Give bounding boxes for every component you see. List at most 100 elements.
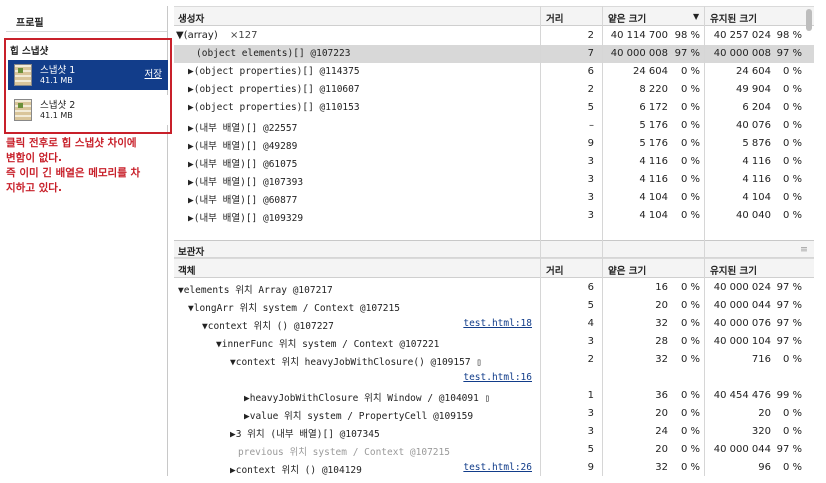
retainer-shallow-percent: 0 % (680, 390, 700, 401)
retainer-retained-size: 320 (751, 426, 771, 437)
row-shallow-percent: 0 % (680, 102, 700, 113)
constructor-row[interactable]: ▶(내부 배열)[] @22557 – 5 176 0 % 40 076 0 % (174, 117, 814, 135)
constructor-row[interactable]: ▶(내부 배열)[] @60877 3 4 104 0 % 4 104 0 % (174, 189, 814, 207)
retainer-row[interactable]: ▶value 위치 system / PropertyCell @109159 3… (174, 405, 814, 423)
col-shallow-size[interactable]: 얕은 크기 (608, 11, 646, 25)
sort-desc-icon[interactable]: ▼ (693, 12, 699, 21)
row-shallow-size: 40 000 008 (610, 48, 668, 59)
row-distance: 7 (587, 48, 594, 59)
col-distance[interactable]: 거리 (546, 263, 563, 277)
row-instance-count: ×127 (230, 30, 258, 41)
retainer-shallow-percent: 0 % (680, 426, 700, 437)
row-name: ▶(내부 배열)[] @60877 (188, 195, 298, 206)
row-name: ▼(array) (176, 30, 218, 41)
retainer-row[interactable]: test.html:16 (174, 369, 814, 387)
row-shallow-percent: 0 % (680, 84, 700, 95)
retainer-retained-size: 40 000 044 (713, 444, 771, 455)
row-shallow-percent: 0 % (680, 192, 700, 203)
retainer-shallow-size: 28 (655, 336, 668, 347)
row-distance: 9 (587, 138, 594, 149)
col-distance[interactable]: 거리 (546, 11, 563, 25)
snapshot-1-item[interactable]: 스냅샷 1 41.1 MB 저장 (8, 60, 168, 90)
retainer-row[interactable]: previous 위치 system / Context @107215 5 20 0… (174, 441, 814, 459)
retainer-shallow-size: 20 (655, 408, 668, 419)
constructor-row[interactable]: ▶(내부 배열)[] @107393 3 4 116 0 % 4 116 0 % (174, 171, 814, 189)
row-shallow-size: 5 176 (639, 120, 668, 131)
constructor-row[interactable]: ▶(내부 배열)[] @109329 3 4 104 0 % 40 040 0 % (174, 207, 814, 225)
retainer-distance: 5 (587, 444, 594, 455)
retainer-distance: 3 (587, 426, 594, 437)
row-distance: – (589, 120, 594, 131)
heap-snapshot-view: 생성자 거리 얕은 크기 ▼ 유지된 크기 ▼(array) 2 40 114 70… (174, 6, 814, 476)
row-retained-percent: 0 % (782, 102, 802, 113)
retainer-distance: 1 (587, 390, 594, 401)
retainer-retained-size: 40 000 104 (713, 336, 771, 347)
retainer-row[interactable]: ▶heavyJobWithClosure 위치 Window / @104091… (174, 387, 814, 405)
col-retained-size[interactable]: 유지된 크기 (710, 11, 757, 25)
retainer-row[interactable]: ▼context 위치 heavyJobWithClosure() @10915… (174, 351, 814, 369)
retainer-shallow-size: 32 (655, 318, 668, 329)
retainer-row[interactable]: ▼context 위치 () @107227 test.html:18 4 32 0 %… (174, 315, 814, 333)
retainer-row[interactable]: ▼innerFunc 위치 system / Context @107221 3 2… (174, 333, 814, 351)
retainer-name: ▼innerFunc 위치 system / Context @107221 (216, 339, 440, 350)
retainer-retained-percent: 0 % (782, 408, 802, 419)
retainer-shallow-size: 16 (655, 282, 668, 293)
retainer-row[interactable]: ▶3 위치 (내부 배열)[] @107345 3 24 0 % 320 0 % (174, 423, 814, 441)
constructor-table-header: 생성자 거리 얕은 크기 ▼ 유지된 크기 (174, 6, 814, 31)
constructor-row[interactable]: ▶(object properties)[] @110607 2 8 220 0 % 4… (174, 81, 814, 99)
retainer-distance: 3 (587, 336, 594, 347)
retainer-retained-size: 40 000 024 (713, 282, 771, 293)
row-shallow-size: 4 116 (639, 174, 668, 185)
row-shallow-percent: 0 % (680, 120, 700, 131)
source-link[interactable]: test.html:18 (463, 318, 532, 329)
constructor-row[interactable]: ▶(내부 배열)[] @49289 9 5 176 0 % 5 876 0 % (174, 135, 814, 153)
menu-icon[interactable]: ≡ (800, 244, 808, 255)
row-retained-size: 6 204 (742, 102, 771, 113)
retainer-name: ▶heavyJobWithClosure 위치 Window / @104091… (244, 393, 491, 404)
constructor-row[interactable]: ▶(내부 배열)[] @61075 3 4 116 0 % 4 116 0 % (174, 153, 814, 171)
row-distance: 3 (587, 174, 594, 185)
retainer-retained-percent: 0 % (782, 426, 802, 437)
retainer-retained-percent: 97 % (776, 444, 802, 455)
row-retained-size: 40 040 (736, 210, 771, 221)
retainer-name: ▼elements 위치 Array @107217 (178, 285, 333, 296)
snapshot-2-item[interactable]: 스냅샷 2 41.1 MB (8, 95, 168, 125)
retainer-retained-percent: 0 % (782, 462, 802, 473)
col-constructor[interactable]: 생성자 (178, 11, 204, 25)
row-shallow-percent: 0 % (680, 138, 700, 149)
row-retained-percent: 0 % (782, 138, 802, 149)
column-divider (704, 6, 705, 476)
source-link[interactable]: test.html:26 (463, 462, 532, 473)
snapshot-save-link[interactable]: 저장 (145, 66, 162, 80)
constructor-row[interactable]: (object elements)[] @107223 7 40 000 008 97… (174, 45, 814, 63)
row-distance: 6 (587, 66, 594, 77)
row-retained-size: 4 116 (742, 174, 771, 185)
row-shallow-percent: 98 % (674, 30, 700, 41)
row-shallow-percent: 97 % (674, 48, 700, 59)
constructor-row[interactable]: ▶(object properties)[] @114375 6 24 604 0 %… (174, 63, 814, 81)
row-name: ▶(object properties)[] @110153 (188, 102, 360, 113)
retainer-name: ▼context 위치 () @107227 (202, 321, 334, 332)
retainer-row[interactable]: ▼elements 위치 Array @107217 6 16 0 % 40 000 0… (174, 279, 814, 297)
col-shallow-size[interactable]: 얕은 크기 (608, 263, 646, 277)
retainer-shallow-percent: 0 % (680, 462, 700, 473)
snapshot-icon (14, 64, 32, 86)
snapshot-1-size: 41.1 MB (40, 75, 73, 85)
row-shallow-percent: 0 % (680, 66, 700, 77)
row-distance: 5 (587, 102, 594, 113)
row-retained-size: 4 116 (742, 156, 771, 167)
retainer-distance: 4 (587, 318, 594, 329)
constructor-row[interactable]: ▼(array) 2 40 114 700 98 % 40 257 024 98 % ×12… (174, 27, 814, 45)
retainer-name: ▼longArr 위치 system / Context @107215 (188, 303, 400, 314)
row-retained-size: 24 604 (736, 66, 771, 77)
row-distance: 3 (587, 192, 594, 203)
retainer-retained-percent: 0 % (782, 354, 802, 365)
retainer-row[interactable]: ▼longArr 위치 system / Context @107215 5 20 0… (174, 297, 814, 315)
source-link[interactable]: test.html:16 (463, 372, 532, 383)
retainer-retained-size: 96 (758, 462, 771, 473)
col-object[interactable]: 객체 (178, 263, 195, 277)
retainer-retained-percent: 97 % (776, 300, 802, 311)
constructor-row[interactable]: ▶(object properties)[] @110153 5 6 172 0 % 6… (174, 99, 814, 117)
col-retained-size[interactable]: 유지된 크기 (710, 263, 757, 277)
retainer-row[interactable]: ▶context 위치 () @104129 test.html:26 9 32 0 %… (174, 459, 814, 477)
